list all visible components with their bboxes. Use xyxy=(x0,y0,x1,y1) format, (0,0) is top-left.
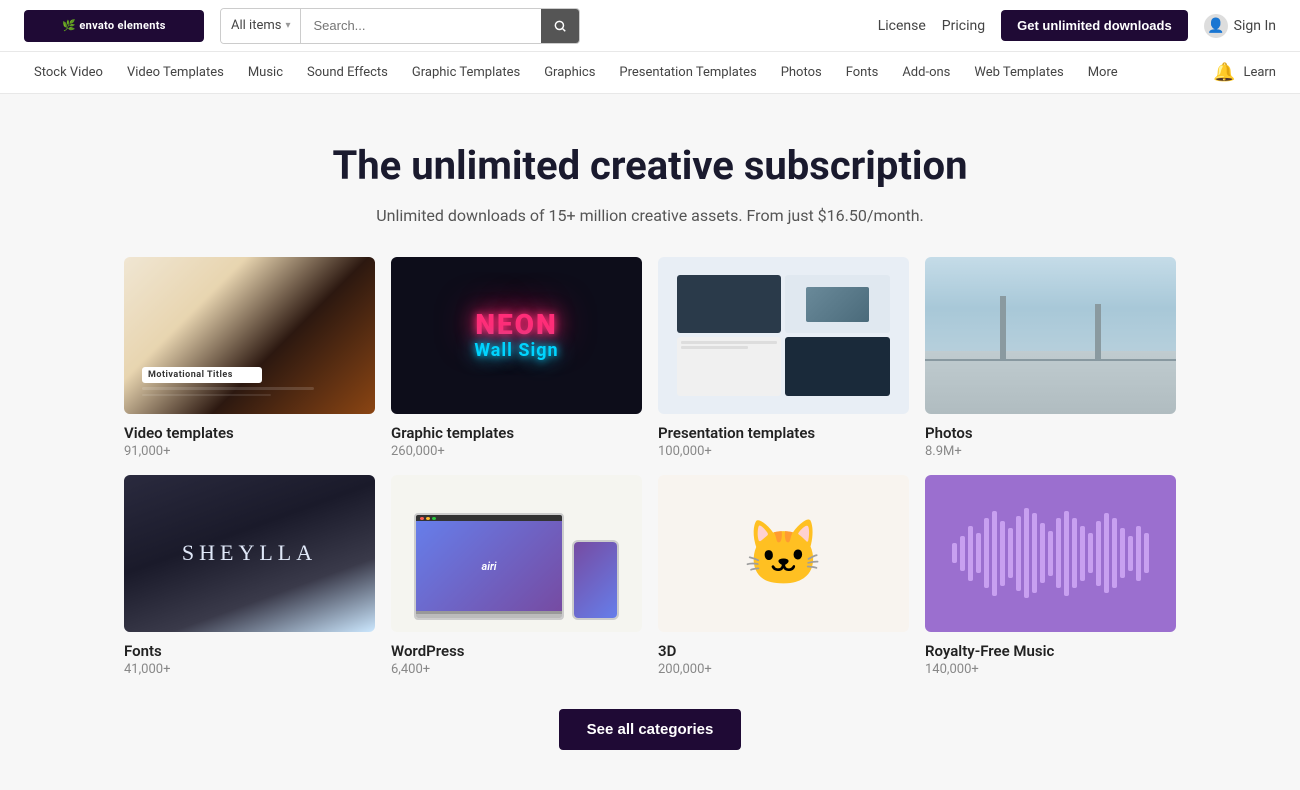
category-count-music: 140,000+ xyxy=(925,662,1176,677)
nav-presentation-templates[interactable]: Presentation Templates xyxy=(609,52,766,94)
category-card-wordpress[interactable]: airi WordPress 6,400+ xyxy=(391,475,642,677)
second-nav-right: 🔔 Learn xyxy=(1213,62,1276,83)
category-title-3d: 3D xyxy=(658,642,909,660)
nav-stock-video[interactable]: Stock Video xyxy=(24,52,113,94)
category-title-fonts: Fonts xyxy=(124,642,375,660)
category-title-presentation: Presentation templates xyxy=(658,424,909,442)
font-card-text: SHEYLLA xyxy=(182,540,317,566)
category-image-photos xyxy=(925,257,1176,414)
top-nav-right: License Pricing Get unlimited downloads … xyxy=(878,10,1276,41)
license-link[interactable]: License xyxy=(878,18,926,34)
search-icon xyxy=(553,19,567,33)
neon-line2: Wall Sign xyxy=(474,340,558,361)
top-navbar: 🌿 envato elements All items ▾ License Pr… xyxy=(0,0,1300,52)
category-card-fonts[interactable]: SHEYLLA Fonts 41,000+ xyxy=(124,475,375,677)
video-card-label: Motivational Titles xyxy=(148,370,256,380)
sign-in-wrap[interactable]: 👤 Sign In xyxy=(1204,14,1276,38)
hero-title: The unlimited creative subscription xyxy=(24,142,1276,190)
category-card-3d[interactable]: 🐱 3D 200,000+ xyxy=(658,475,909,677)
hero-section: The unlimited creative subscription Unli… xyxy=(0,94,1300,257)
category-image-video: Motivational Titles xyxy=(124,257,375,414)
pricing-link[interactable]: Pricing xyxy=(942,18,985,34)
category-card-presentation[interactable]: Presentation templates 100,000+ xyxy=(658,257,909,459)
top-nav-left: 🌿 envato elements All items ▾ xyxy=(24,8,580,44)
category-image-fonts: SHEYLLA xyxy=(124,475,375,632)
second-navbar: Stock Video Video Templates Music Sound … xyxy=(0,52,1300,94)
category-count-3d: 200,000+ xyxy=(658,662,909,677)
category-count-wordpress: 6,400+ xyxy=(391,662,642,677)
search-category-label: All items xyxy=(231,18,281,33)
learn-link[interactable]: Learn xyxy=(1243,65,1276,80)
category-count-presentation: 100,000+ xyxy=(658,444,909,459)
category-image-wordpress: airi xyxy=(391,475,642,632)
nav-sound-effects[interactable]: Sound Effects xyxy=(297,52,398,94)
search-button[interactable] xyxy=(541,9,579,43)
neon-line1: NEON xyxy=(474,310,558,341)
category-title-wordpress: WordPress xyxy=(391,642,642,660)
category-card-graphic-templates[interactable]: NEON Wall Sign Graphic templates 260,000… xyxy=(391,257,642,459)
category-title-music: Royalty-Free Music xyxy=(925,642,1176,660)
category-image-3d: 🐱 xyxy=(658,475,909,632)
category-count-video: 91,000+ xyxy=(124,444,375,459)
category-image-graphic: NEON Wall Sign xyxy=(391,257,642,414)
category-image-presentation xyxy=(658,257,909,414)
category-count-fonts: 41,000+ xyxy=(124,662,375,677)
sign-in-label: Sign In xyxy=(1234,18,1276,34)
nav-more[interactable]: More xyxy=(1078,52,1128,94)
nav-graphics[interactable]: Graphics xyxy=(534,52,605,94)
nav-web-templates[interactable]: Web Templates xyxy=(964,52,1073,94)
get-unlimited-button[interactable]: Get unlimited downloads xyxy=(1001,10,1188,41)
category-grid: Motivational Titles Video templates 91,0… xyxy=(100,257,1200,701)
category-title-photos: Photos xyxy=(925,424,1176,442)
category-title-video: Video templates xyxy=(124,424,375,442)
waveform-visualization xyxy=(936,492,1165,614)
nav-fonts[interactable]: Fonts xyxy=(836,52,889,94)
category-card-music[interactable]: Royalty-Free Music 140,000+ xyxy=(925,475,1176,677)
laptop-mockup: airi xyxy=(414,513,563,620)
mobile-mockup xyxy=(572,540,619,620)
see-all-section: See all categories xyxy=(0,701,1300,790)
search-category-dropdown[interactable]: All items ▾ xyxy=(221,9,301,43)
search-input[interactable] xyxy=(301,9,541,43)
user-icon: 👤 xyxy=(1204,14,1228,38)
see-all-categories-button[interactable]: See all categories xyxy=(559,709,742,750)
category-image-music xyxy=(925,475,1176,632)
nav-add-ons[interactable]: Add-ons xyxy=(892,52,960,94)
hero-subtitle: Unlimited downloads of 15+ million creat… xyxy=(24,206,1276,225)
nav-photos[interactable]: Photos xyxy=(771,52,832,94)
category-card-video-templates[interactable]: Motivational Titles Video templates 91,0… xyxy=(124,257,375,459)
chevron-down-icon: ▾ xyxy=(285,20,290,31)
3d-cat-emoji: 🐱 xyxy=(744,516,824,591)
category-title-graphic: Graphic templates xyxy=(391,424,642,442)
nav-music[interactable]: Music xyxy=(238,52,293,94)
category-card-photos[interactable]: Photos 8.9M+ xyxy=(925,257,1176,459)
logo-image: 🌿 envato elements xyxy=(24,10,204,42)
nav-video-templates[interactable]: Video Templates xyxy=(117,52,234,94)
search-bar: All items ▾ xyxy=(220,8,580,44)
logo[interactable]: 🌿 envato elements xyxy=(24,10,204,42)
wordpress-mockup: airi xyxy=(410,487,623,620)
notification-icon[interactable]: 🔔 xyxy=(1213,62,1235,83)
nav-graphic-templates[interactable]: Graphic Templates xyxy=(402,52,530,94)
category-count-graphic: 260,000+ xyxy=(391,444,642,459)
wp-screen: airi xyxy=(416,521,561,611)
category-count-photos: 8.9M+ xyxy=(925,444,1176,459)
